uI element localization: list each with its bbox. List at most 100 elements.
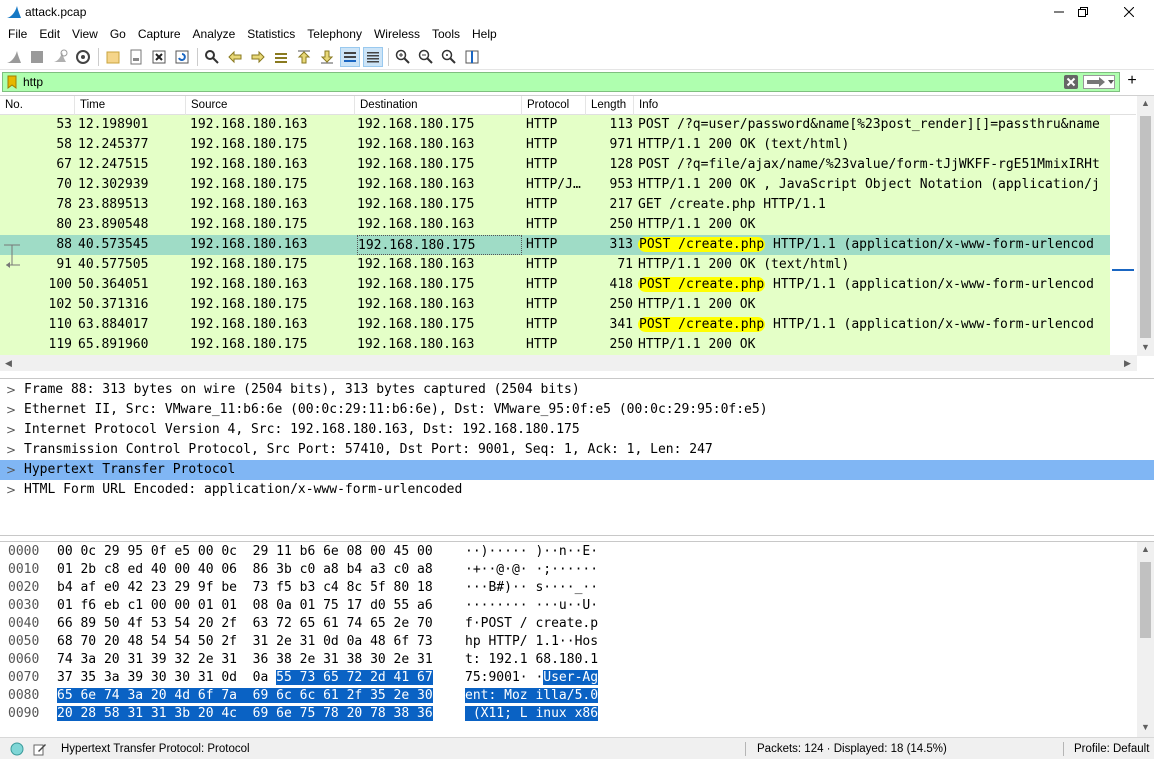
packet-row[interactable]: 100 50.364051 192.168.180.163 192.168.180.1… [0,275,1110,295]
menu-file[interactable]: File [2,27,33,41]
menu-capture[interactable]: Capture [132,27,187,41]
menu-view[interactable]: View [66,27,104,41]
menu-edit[interactable]: Edit [33,27,66,41]
byte-hex[interactable]: 68 70 20 48 54 54 50 2f 31 2e 31 0d 0a 4… [57,633,433,651]
go-back-button[interactable] [225,47,245,67]
byte-ascii[interactable]: ·+··@·@· ·;······ [465,561,598,579]
close-button[interactable] [1106,0,1152,24]
byte-hex[interactable]: 01 f6 eb c1 00 00 01 01 08 0a 01 75 17 d… [57,597,433,615]
byte-row[interactable]: 0080 65 6e 74 3a 20 4d 6f 7a 69 6c 6c 61 … [0,687,1136,705]
byte-row[interactable]: 0050 68 70 20 48 54 54 50 2f 31 2e 31 0d … [0,633,1136,651]
byte-hex[interactable]: b4 af e0 42 23 29 9f be 73 f5 b3 c4 8c 5… [57,579,433,597]
byte-ascii[interactable]: ent: Moz illa/5.0 [465,687,599,705]
expert-info-icon[interactable] [10,742,24,756]
byte-ascii[interactable]: (X11; L inux x86 [465,705,599,723]
restart-capture-button[interactable] [50,47,70,67]
status-profile[interactable]: Profile: Default [1074,738,1149,759]
packet-row[interactable]: 53 12.198901 192.168.180.163 192.168.180.17… [0,115,1110,135]
chevron-right-icon[interactable]: > [6,420,18,440]
scroll-up-icon[interactable]: ▲ [1137,98,1154,108]
start-capture-button[interactable] [4,47,24,67]
chevron-right-icon[interactable]: > [6,480,18,500]
packet-minimap[interactable] [1110,115,1137,355]
scroll-right-icon[interactable]: ▶ [1119,358,1136,369]
menu-go[interactable]: Go [104,27,132,41]
detail-tcp[interactable]: > Transmission Control Protocol, Src Port… [0,440,1154,460]
packet-row[interactable]: 80 23.890548 192.168.180.175 192.168.180.16… [0,215,1110,235]
packet-row[interactable]: 110 63.884017 192.168.180.163 192.168.180.1… [0,315,1110,335]
byte-hex[interactable]: 01 2b c8 ed 40 00 40 06 86 3b c0 a8 b4 a… [57,561,433,579]
byte-ascii[interactable]: ··)····· )··n··E· [465,543,598,561]
bytes-vscroll-thumb[interactable] [1140,562,1151,638]
byte-ascii[interactable]: ···B#)·· s····_·· [465,579,598,597]
display-filter-input[interactable] [23,74,1053,90]
packet-list-hscrollbar[interactable]: ◀ ▶ [0,355,1137,371]
byte-hex[interactable]: 20 28 58 31 31 3b 20 4c 69 6e 75 78 20 7… [57,705,433,723]
column-destination[interactable]: Destination [355,96,522,115]
byte-hex[interactable]: 00 0c 29 95 0f e5 00 0c 29 11 b6 6e 08 0… [57,543,433,561]
reload-file-button[interactable] [172,47,192,67]
packet-row[interactable]: 88 40.573545 192.168.180.163 192.168.180.17… [0,235,1110,255]
zoom-reset-button[interactable] [439,47,459,67]
byte-row[interactable]: 0070 37 35 3a 39 30 30 31 0d 0a 55 73 65 … [0,669,1136,687]
find-packet-button[interactable] [202,47,222,67]
byte-row[interactable]: 0060 74 3a 20 31 39 32 2e 31 36 38 2e 31 … [0,651,1136,669]
byte-hex[interactable]: 65 6e 74 3a 20 4d 6f 7a 69 6c 6c 61 2f 3… [57,687,433,705]
detail-http[interactable]: > Hypertext Transfer Protocol [0,460,1154,480]
packet-row[interactable]: 58 12.245377 192.168.180.175 192.168.180.16… [0,135,1110,155]
byte-ascii[interactable]: 75:9001· ·User-Ag [465,669,599,687]
apply-filter-icon[interactable] [1083,75,1115,89]
save-file-button[interactable] [126,47,146,67]
detail-ipv4[interactable]: > Internet Protocol Version 4, Src: 192.1… [0,420,1154,440]
resize-columns-button[interactable] [462,47,482,67]
scroll-left-icon[interactable]: ◀ [0,358,17,369]
byte-hex[interactable]: 74 3a 20 31 39 32 2e 31 36 38 2e 31 38 3… [57,651,433,669]
packet-row[interactable]: 102 50.371316 192.168.180.175 192.168.180.1… [0,295,1110,315]
column-time[interactable]: Time [75,96,186,115]
chevron-right-icon[interactable]: > [6,400,18,420]
scroll-up-icon[interactable]: ▲ [1137,544,1154,554]
byte-row[interactable]: 0020 b4 af e0 42 23 29 9f be 73 f5 b3 c4 … [0,579,1136,597]
column-info[interactable]: Info [634,96,1136,115]
maximize-button[interactable] [1060,0,1106,24]
menu-analyze[interactable]: Analyze [187,27,242,41]
menu-tools[interactable]: Tools [426,27,466,41]
byte-hex[interactable]: 66 89 50 4f 53 54 20 2f 63 72 65 61 74 6… [57,615,433,633]
byte-row[interactable]: 0030 01 f6 eb c1 00 00 01 01 08 0a 01 75 … [0,597,1136,615]
packet-list-vscrollbar[interactable]: ▲ ▼ [1137,96,1154,356]
detail-html-form[interactable]: > HTML Form URL Encoded: application/x-ww… [0,480,1154,500]
zoom-in-button[interactable] [393,47,413,67]
menu-help[interactable]: Help [466,27,503,41]
byte-row[interactable]: 0090 20 28 58 31 31 3b 20 4c 69 6e 75 78 … [0,705,1136,723]
last-packet-button[interactable] [317,47,337,67]
open-file-button[interactable] [103,47,123,67]
byte-ascii[interactable]: hp HTTP/ 1.1··Hos [465,633,598,651]
byte-ascii[interactable]: ········ ···u··U· [465,597,598,615]
byte-hex[interactable]: 37 35 3a 39 30 30 31 0d 0a 55 73 65 72 2… [57,669,433,687]
stop-capture-button[interactable] [27,47,47,67]
menu-statistics[interactable]: Statistics [241,27,301,41]
packet-row[interactable]: 91 40.577505 192.168.180.175 192.168.180.16… [0,255,1110,275]
column-source[interactable]: Source [186,96,355,115]
edit-comment-icon[interactable] [33,742,47,756]
colorize-button[interactable] [363,46,383,67]
go-forward-button[interactable] [248,47,268,67]
packet-row[interactable]: 78 23.889513 192.168.180.163 192.168.180.17… [0,195,1110,215]
column-no[interactable]: No. [0,96,75,115]
bytes-vscrollbar[interactable]: ▲ ▼ [1137,542,1154,737]
menu-wireless[interactable]: Wireless [368,27,426,41]
go-to-packet-button[interactable] [271,47,291,67]
packet-row[interactable]: 119 65.891960 192.168.180.175 192.168.180.1… [0,335,1110,355]
byte-row[interactable]: 0000 00 0c 29 95 0f e5 00 0c 29 11 b6 6e … [0,543,1136,561]
column-length[interactable]: Length [586,96,634,115]
scroll-down-icon[interactable]: ▼ [1137,342,1154,352]
packet-row[interactable]: 67 12.247515 192.168.180.163 192.168.180.17… [0,155,1110,175]
menu-telephony[interactable]: Telephony [301,27,368,41]
chevron-right-icon[interactable]: > [6,460,18,480]
packet-list-vscroll-thumb[interactable] [1140,116,1151,338]
chevron-right-icon[interactable]: > [6,380,18,400]
close-file-button[interactable] [149,47,169,67]
zoom-out-button[interactable] [416,47,436,67]
capture-options-button[interactable] [73,47,93,67]
first-packet-button[interactable] [294,47,314,67]
